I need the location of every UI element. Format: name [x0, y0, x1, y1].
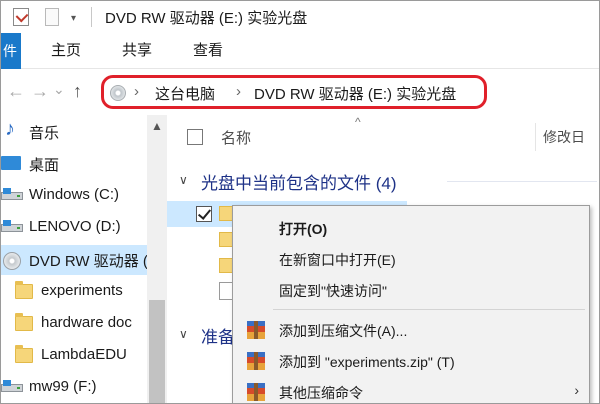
- sidebar-item-label: hardware doc: [41, 314, 132, 331]
- breadcrumb-separator: ›: [134, 83, 139, 100]
- column-divider[interactable]: [535, 123, 536, 151]
- select-all-checkbox[interactable]: [187, 129, 203, 145]
- sidebar-item-label: LENOVO (D:): [29, 218, 121, 235]
- menu-item-label: 其他压缩命令: [279, 385, 363, 401]
- tab-share[interactable]: 共享: [122, 33, 152, 69]
- folder-icon: [15, 281, 33, 299]
- tab-home[interactable]: 主页: [51, 33, 81, 69]
- menu-item-open-new-window[interactable]: 在新窗口中打开(E): [233, 243, 589, 274]
- title-bar: ▾ DVD RW 驱动器 (E:) 实验光盘: [1, 1, 599, 33]
- menu-item-other-compress[interactable]: 其他压缩命令 ›: [233, 376, 589, 403]
- menu-item-add-to-zip[interactable]: 添加到 "experiments.zip" (T): [233, 345, 589, 376]
- music-icon: ♪: [5, 118, 15, 140]
- address-bar[interactable]: › 这台电脑 › DVD RW 驱动器 (E:) 实验光盘: [101, 75, 487, 109]
- navigation-pane: ♪ 音乐 桌面 Windows (C:) LENOVO (D:) DVD RW …: [1, 115, 167, 403]
- explorer-window: ▾ DVD RW 驱动器 (E:) 实验光盘 件 主页 共享 查看 ← → ⌄ …: [0, 0, 600, 404]
- up-button[interactable]: ↑: [73, 81, 82, 101]
- menu-item-label: 添加到压缩文件(A)...: [279, 323, 408, 339]
- group-header[interactable]: ∨ 光盘中当前包含的文件 (4): [177, 167, 597, 195]
- scroll-up-icon[interactable]: ▲: [147, 119, 167, 133]
- column-header: 名称 修改日: [167, 119, 599, 155]
- drive-icon: [1, 380, 23, 394]
- sidebar-item-lambdaedu[interactable]: LambdaEDU: [1, 341, 147, 371]
- scrollbar-thumb[interactable]: [149, 300, 165, 403]
- menu-item-add-to-archive[interactable]: 添加到压缩文件(A)...: [233, 314, 589, 345]
- sidebar-item-hardware-doc[interactable]: hardware doc: [1, 309, 147, 339]
- menu-item-label: 打开(O): [279, 221, 328, 237]
- menu-item-label: 添加到 "experiments.zip" (T): [279, 354, 455, 370]
- menu-item-label: 固定到"快速访问": [279, 283, 387, 299]
- sidebar-item-mw99-f[interactable]: mw99 (F:): [1, 373, 147, 403]
- title-separator: [91, 7, 92, 27]
- sidebar-item-label: DVD RW 驱动器 (E:): [29, 253, 147, 270]
- sidebar-item-lenovo-d[interactable]: LENOVO (D:): [1, 213, 147, 243]
- column-modified[interactable]: 修改日: [543, 127, 585, 147]
- menu-separator: [273, 309, 585, 310]
- drive-icon: [1, 188, 23, 202]
- recent-locations-button[interactable]: ⌄: [53, 79, 65, 99]
- sidebar-item-label: Windows (C:): [29, 186, 120, 203]
- tab-file[interactable]: 件: [1, 33, 21, 69]
- winrar-icon: [247, 383, 265, 401]
- navigation-bar: ← → ⌄ ↑ › 这台电脑 › DVD RW 驱动器 (E:) 实验光盘: [1, 69, 599, 115]
- drive-icon: [1, 220, 23, 234]
- desktop-icon: [1, 156, 21, 170]
- window-title: DVD RW 驱动器 (E:) 实验光盘: [105, 10, 308, 27]
- forward-button[interactable]: →: [31, 81, 49, 101]
- sidebar-item-desktop[interactable]: 桌面: [1, 149, 147, 179]
- context-menu: 打开(O) 在新窗口中打开(E) 固定到"快速访问" 添加到压缩文件(A)...…: [232, 205, 590, 403]
- menu-item-label: 在新窗口中打开(E): [279, 252, 396, 268]
- sidebar-item-label: 音乐: [29, 125, 60, 142]
- menu-item-pin-quick-access[interactable]: 固定到"快速访问": [233, 274, 589, 305]
- ribbon: 件 主页 共享 查看: [1, 33, 599, 69]
- sidebar-item-label: mw99 (F:): [29, 378, 97, 395]
- sidebar-item-label: 桌面: [29, 157, 60, 174]
- properties-icon[interactable]: [13, 8, 29, 26]
- quick-access-dropdown-icon[interactable]: ▾: [71, 13, 76, 24]
- winrar-icon: [247, 321, 265, 339]
- sidebar-item-experiments[interactable]: experiments: [1, 277, 147, 307]
- breadcrumb-separator: ›: [236, 83, 241, 100]
- group-title: 光盘中当前包含的文件 (4): [201, 174, 397, 193]
- sidebar-item-dvd-e[interactable]: DVD RW 驱动器 (E:): [1, 245, 147, 275]
- tab-view[interactable]: 查看: [193, 33, 223, 69]
- collapse-chevron-icon[interactable]: ∨: [179, 327, 188, 341]
- sidebar-scrollbar[interactable]: ▲: [147, 115, 167, 403]
- row-checkbox[interactable]: [196, 206, 212, 222]
- submenu-arrow-icon: ›: [574, 382, 579, 398]
- folder-icon: [15, 345, 33, 363]
- dvd-icon: [3, 252, 21, 270]
- winrar-icon: [247, 352, 265, 370]
- folder-icon: [15, 313, 33, 331]
- sidebar-item-windows-c[interactable]: Windows (C:): [1, 181, 147, 211]
- group-divider: [447, 181, 597, 182]
- document-icon: [219, 282, 233, 300]
- breadcrumb-dvd-drive[interactable]: DVD RW 驱动器 (E:) 实验光盘: [254, 83, 456, 104]
- menu-item-open[interactable]: 打开(O): [233, 212, 589, 243]
- column-name[interactable]: 名称: [221, 127, 251, 148]
- dvd-icon: [110, 85, 126, 101]
- breadcrumb-this-pc[interactable]: 这台电脑: [155, 83, 215, 104]
- new-folder-icon[interactable]: [45, 8, 59, 26]
- back-button[interactable]: ←: [7, 81, 25, 101]
- sidebar-item-music[interactable]: ♪ 音乐: [1, 117, 147, 147]
- group-title: 准备: [201, 328, 235, 347]
- group-header-burn[interactable]: ∨ 准备: [177, 321, 237, 349]
- sidebar-item-label: LambdaEDU: [41, 346, 127, 363]
- sidebar-item-label: experiments: [41, 282, 123, 299]
- collapse-chevron-icon[interactable]: ∨: [179, 173, 188, 187]
